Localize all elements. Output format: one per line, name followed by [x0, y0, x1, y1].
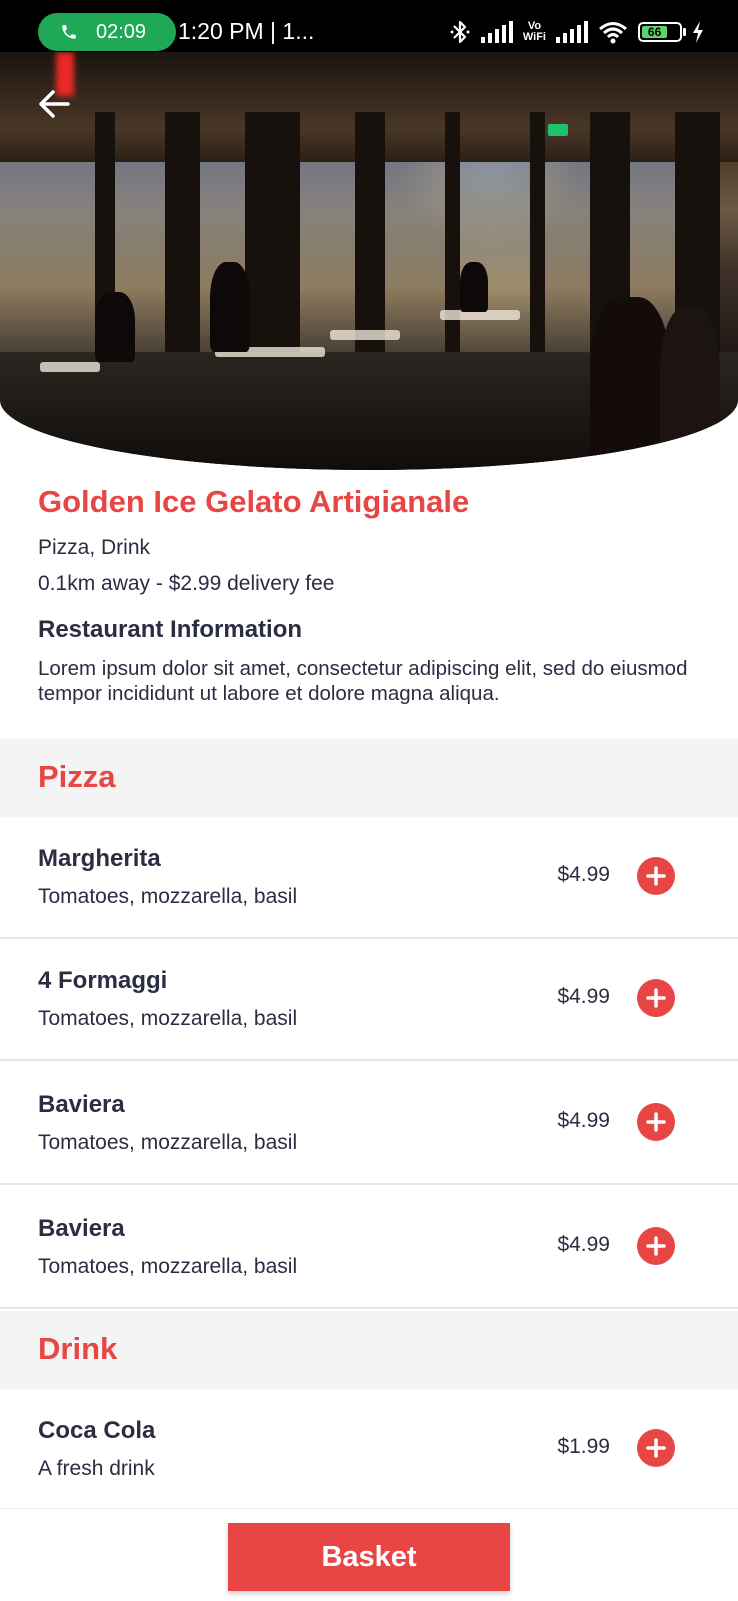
menu-item-name: Margherita — [38, 845, 161, 872]
menu-item-price: $4.99 — [557, 863, 610, 886]
add-to-basket-button[interactable] — [637, 979, 675, 1017]
restaurant-categories: Pizza, Drink — [38, 536, 151, 559]
vowifi-icon: Vo WiFi — [522, 20, 546, 43]
add-to-basket-button[interactable] — [637, 1103, 675, 1141]
plus-icon — [646, 1112, 666, 1132]
bottom-bar: Basket — [0, 1508, 738, 1601]
status-icons: Vo WiFi 66 — [449, 16, 704, 48]
call-timer: 02:09 — [96, 20, 147, 43]
wifi-icon — [599, 22, 627, 44]
menu-item-name: Baviera — [38, 1091, 125, 1118]
menu-item-name: 4 Formaggi — [38, 967, 168, 994]
restaurant-hero-image — [0, 52, 738, 470]
signal-icon-2 — [556, 21, 588, 43]
section-header-drink: Drink — [0, 1311, 738, 1389]
menu-item[interactable]: Baviera Tomatoes, mozzarella, basil $4.9… — [0, 1063, 738, 1185]
battery-icon: 66 — [638, 22, 686, 42]
menu-item[interactable]: Coca Cola A fresh drink $1.99 — [0, 1389, 738, 1511]
restaurant-distance-fee: 0.1km away - $2.99 delivery fee — [38, 572, 335, 595]
restaurant-description: Lorem ipsum dolor sit amet, consectetur … — [38, 657, 688, 705]
restaurant-info-title: Restaurant Information — [38, 616, 303, 643]
add-to-basket-button[interactable] — [637, 1429, 675, 1467]
basket-button[interactable]: Basket — [228, 1523, 510, 1591]
menu-item[interactable]: Baviera Tomatoes, mozzarella, basil $4.9… — [0, 1187, 738, 1309]
menu-item[interactable]: Margherita Tomatoes, mozzarella, basil $… — [0, 817, 738, 939]
section-header-pizza: Pizza — [0, 739, 738, 817]
menu-item-desc: Tomatoes, mozzarella, basil — [38, 1255, 298, 1278]
section-title: Drink — [38, 1331, 118, 1366]
ongoing-call-pill[interactable]: 02:09 — [38, 13, 176, 51]
charging-icon — [693, 21, 703, 43]
add-to-basket-button[interactable] — [637, 857, 675, 895]
bluetooth-icon — [450, 20, 470, 44]
restaurant-name: Golden Ice Gelato Artigianale — [38, 484, 470, 519]
menu-item-price: $4.99 — [557, 985, 610, 1008]
menu-item-desc: Tomatoes, mozzarella, basil — [38, 885, 298, 908]
section-title: Pizza — [38, 759, 116, 794]
battery-level: 66 — [642, 25, 668, 39]
menu-item-price: $1.99 — [557, 1435, 610, 1458]
arrow-left-icon — [39, 90, 70, 118]
plus-icon — [646, 1438, 666, 1458]
menu-item-price: $4.99 — [557, 1109, 610, 1132]
menu-item-name: Baviera — [38, 1215, 125, 1242]
menu-item-desc: Tomatoes, mozzarella, basil — [38, 1007, 298, 1030]
menu-item-desc: A fresh drink — [38, 1457, 155, 1480]
phone-icon — [62, 25, 76, 39]
menu-item-name: Coca Cola — [38, 1417, 156, 1444]
status-time: 1:20 PM | 1... — [178, 18, 315, 44]
back-button[interactable] — [32, 82, 76, 126]
signal-icon — [480, 21, 513, 43]
plus-icon — [646, 866, 666, 886]
menu-item-price: $4.99 — [557, 1233, 610, 1256]
menu-item[interactable]: 4 Formaggi Tomatoes, mozzarella, basil $… — [0, 939, 738, 1061]
plus-icon — [646, 988, 666, 1008]
menu-item-desc: Tomatoes, mozzarella, basil — [38, 1131, 298, 1154]
plus-icon — [646, 1236, 666, 1256]
add-to-basket-button[interactable] — [637, 1227, 675, 1265]
